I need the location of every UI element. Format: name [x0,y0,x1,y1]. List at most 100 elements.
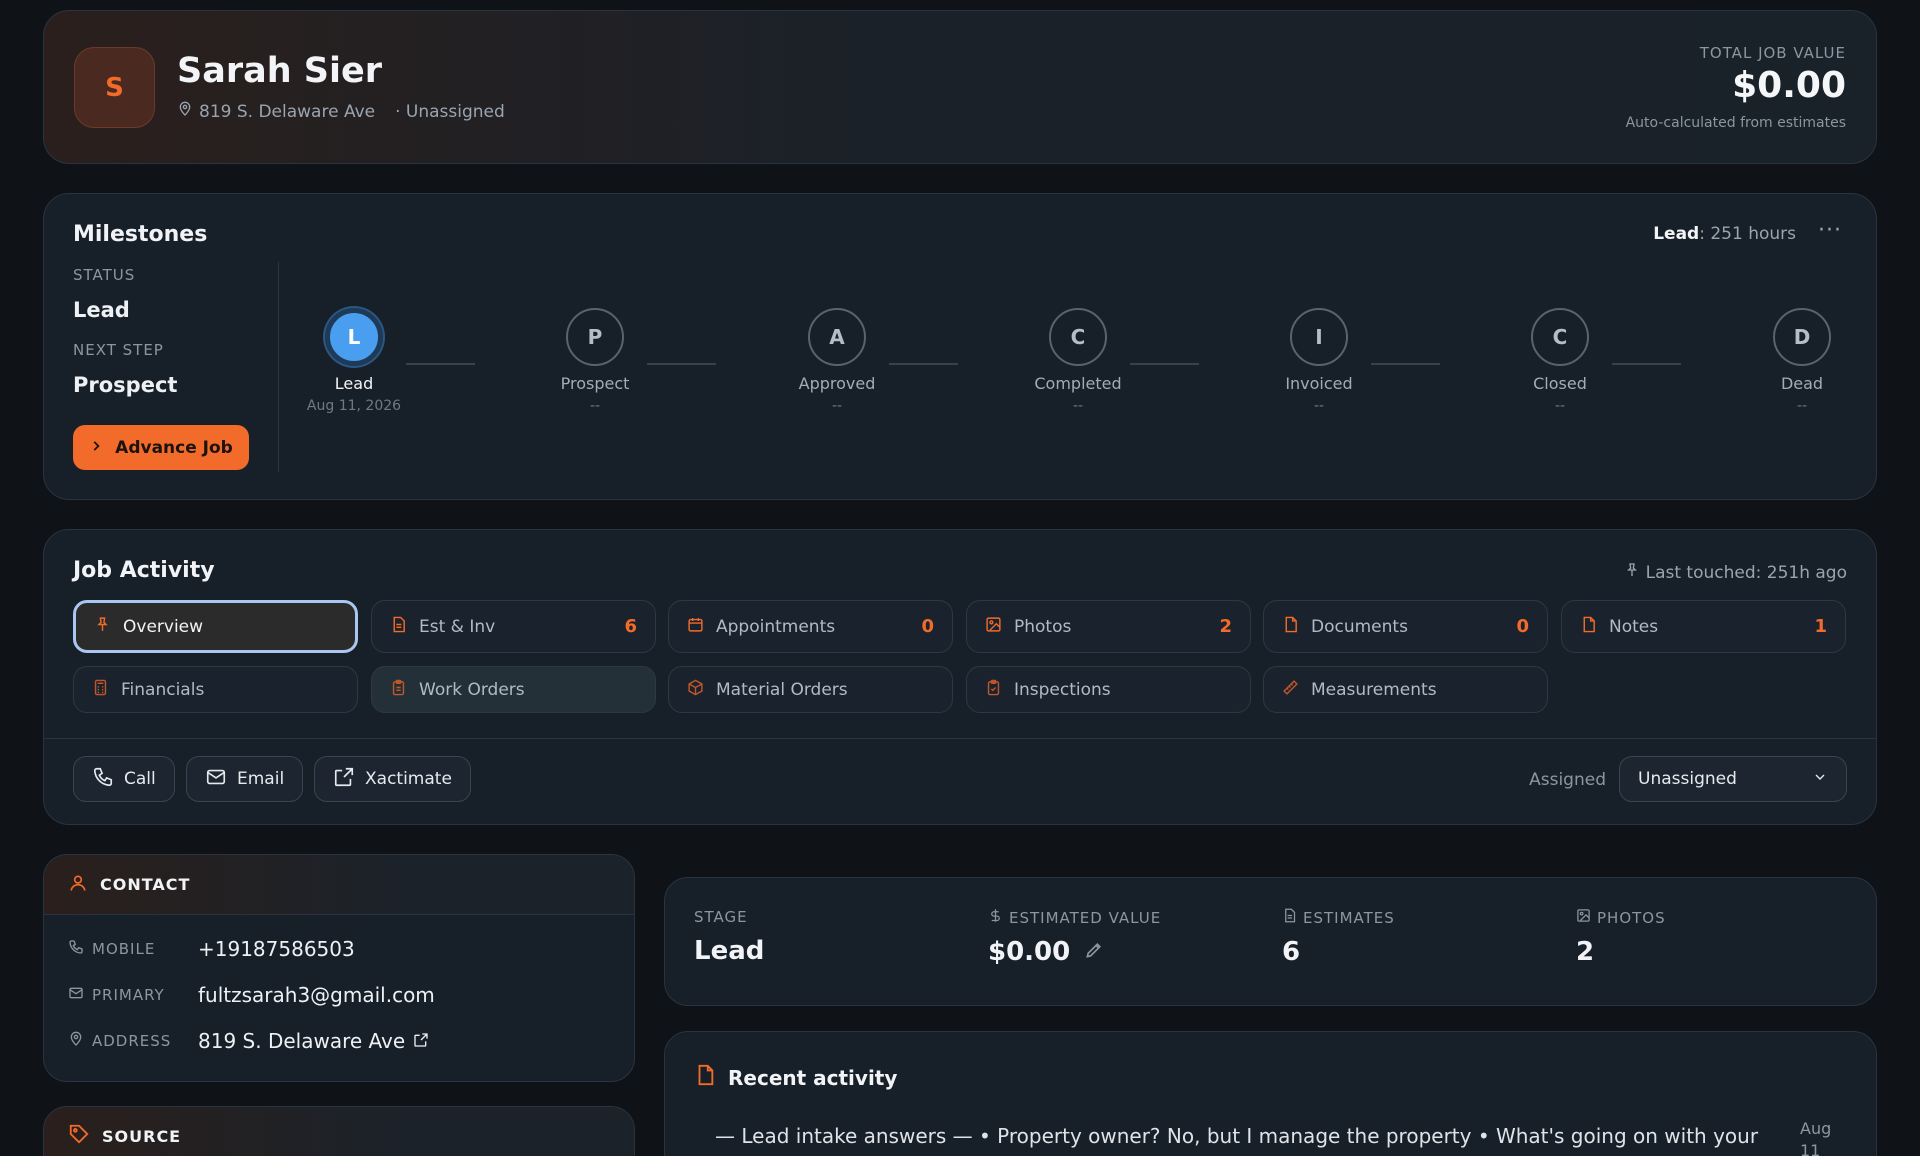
advance-job-label: Advance Job [115,437,233,458]
advance-job-button[interactable]: Advance Job [73,425,249,470]
activity-entry-date: Aug 11 [1800,1119,1832,1156]
tab-label: Appointments [716,616,836,637]
chevron-down-icon [1812,769,1828,790]
tab-label: Notes [1609,616,1659,637]
chevron-right-icon [89,438,103,458]
assigned-select[interactable]: Unassigned [1619,756,1847,802]
step-name: Invoiced [1285,374,1353,393]
contact-title: CONTACT [100,875,191,894]
last-touched: Last touched: 251h ago [1624,562,1847,583]
email-button[interactable]: Email [186,756,304,802]
ruler-icon [1282,679,1299,701]
contact-primary-row: PRIMARY fultzsarah3@gmail.com [68,983,435,1007]
step-circle: L [325,308,383,366]
stage-value: Lead [694,936,765,966]
stat-photos: PHOTOS 2 [1576,908,1666,968]
mobile-value[interactable]: +19187586503 [198,937,355,961]
milestone-step-prospect[interactable]: P Prospect -- [520,308,670,414]
xactimate-button[interactable]: Xactimate [314,756,471,802]
step-connector [647,363,716,365]
estimated-value: $0.00 [988,937,1071,967]
stat-stage: STAGE Lead [694,908,764,966]
mobile-label: MOBILE [92,940,156,958]
milestone-step-lead[interactable]: L Lead Aug 11, 2026 [279,308,429,414]
total-job-value-label: TOTAL JOB VALUE [1699,44,1846,62]
total-job-value: $0.00 [1732,65,1846,106]
tab-label: Financials [121,679,205,700]
more-options-icon[interactable]: ··· [1818,218,1842,243]
step-circle: P [566,308,624,366]
tab-appointments[interactable]: Appointments 0 [668,600,953,653]
job-activity-divider [44,738,1876,739]
primary-label: PRIMARY [92,986,165,1004]
phone-icon [92,766,114,793]
tab-notes[interactable]: Notes 1 [1561,600,1846,653]
recent-activity-title: Recent activity [728,1065,898,1090]
avatar: S [74,47,155,128]
address-link[interactable]: 819 S. Delaware Ave [198,1029,429,1053]
contact-header: CONTACT [44,855,634,915]
contact-mobile-row: MOBILE +19187586503 [68,937,355,961]
step-circle: C [1531,308,1589,366]
clipboard-icon [390,679,407,701]
last-touched-text: Last touched: 251h ago [1645,562,1847,583]
tab-label: Photos [1014,616,1072,637]
milestones-title: Milestones [73,222,208,247]
next-step-value: Prospect [73,373,178,397]
stat-estimates: ESTIMATES 6 [1282,908,1395,968]
milestone-step-invoiced[interactable]: I Invoiced -- [1244,308,1394,414]
step-name: Completed [1034,374,1122,393]
step-connector [889,363,958,365]
job-activity-title: Job Activity [73,558,215,583]
calendar-icon [687,616,704,638]
step-connector [1130,363,1199,365]
tab-financials[interactable]: Financials [73,666,358,713]
stage-duration-value: : 251 hours [1699,224,1796,244]
milestone-step-dead[interactable]: D Dead -- [1727,308,1877,414]
tab-count: 1 [1814,616,1827,637]
primary-email-value[interactable]: fultzsarah3@gmail.com [198,983,435,1007]
tab-count: 0 [921,616,934,637]
stage-duration: Lead: 251 hours [1653,224,1796,244]
xactimate-label: Xactimate [365,769,452,789]
header-address: 819 S. Delaware Ave [199,101,376,122]
tab-label: Work Orders [419,679,525,700]
map-pin-icon [68,1031,84,1051]
tab-label: Measurements [1311,679,1437,700]
calculator-icon [92,679,109,701]
step-date: -- [1072,398,1084,414]
note-icon [694,1064,716,1091]
mail-icon [68,985,84,1005]
tab-photos[interactable]: Photos 2 [966,600,1251,653]
step-date: -- [1313,398,1325,414]
tab-measurements[interactable]: Measurements [1263,666,1548,713]
stage-label: STAGE [694,908,748,926]
customer-name: Sarah Sier [177,51,383,91]
address-label: ADDRESS [92,1032,172,1050]
call-button[interactable]: Call [73,756,175,802]
tab-overview[interactable]: Overview [73,600,358,653]
source-card: SOURCE [43,1106,635,1156]
tab-inspections[interactable]: Inspections [966,666,1251,713]
tab-material-orders[interactable]: Material Orders [668,666,953,713]
tab-work-orders[interactable]: Work Orders [371,666,656,713]
external-link-icon [333,766,355,793]
pencil-icon[interactable] [1084,937,1104,967]
tab-label: Overview [123,616,204,637]
milestone-step-approved[interactable]: A Approved -- [762,308,912,414]
tab-documents[interactable]: Documents 0 [1263,600,1548,653]
assigned-label: Assigned [1529,770,1606,790]
note-icon [1580,616,1597,638]
call-label: Call [124,769,156,789]
status-value: Lead [73,298,130,322]
tag-icon [68,1123,90,1149]
step-date: -- [589,398,601,414]
dollar-icon [988,908,1003,927]
step-date: -- [831,398,843,414]
milestone-step-closed[interactable]: C Closed -- [1485,308,1635,414]
milestone-step-completed[interactable]: C Completed -- [1003,308,1153,414]
package-icon [687,679,704,701]
next-step-label: NEXT STEP [73,341,164,359]
contact-address-row: ADDRESS 819 S. Delaware Ave [68,1029,429,1053]
tab-est-inv[interactable]: Est & Inv 6 [371,600,656,653]
